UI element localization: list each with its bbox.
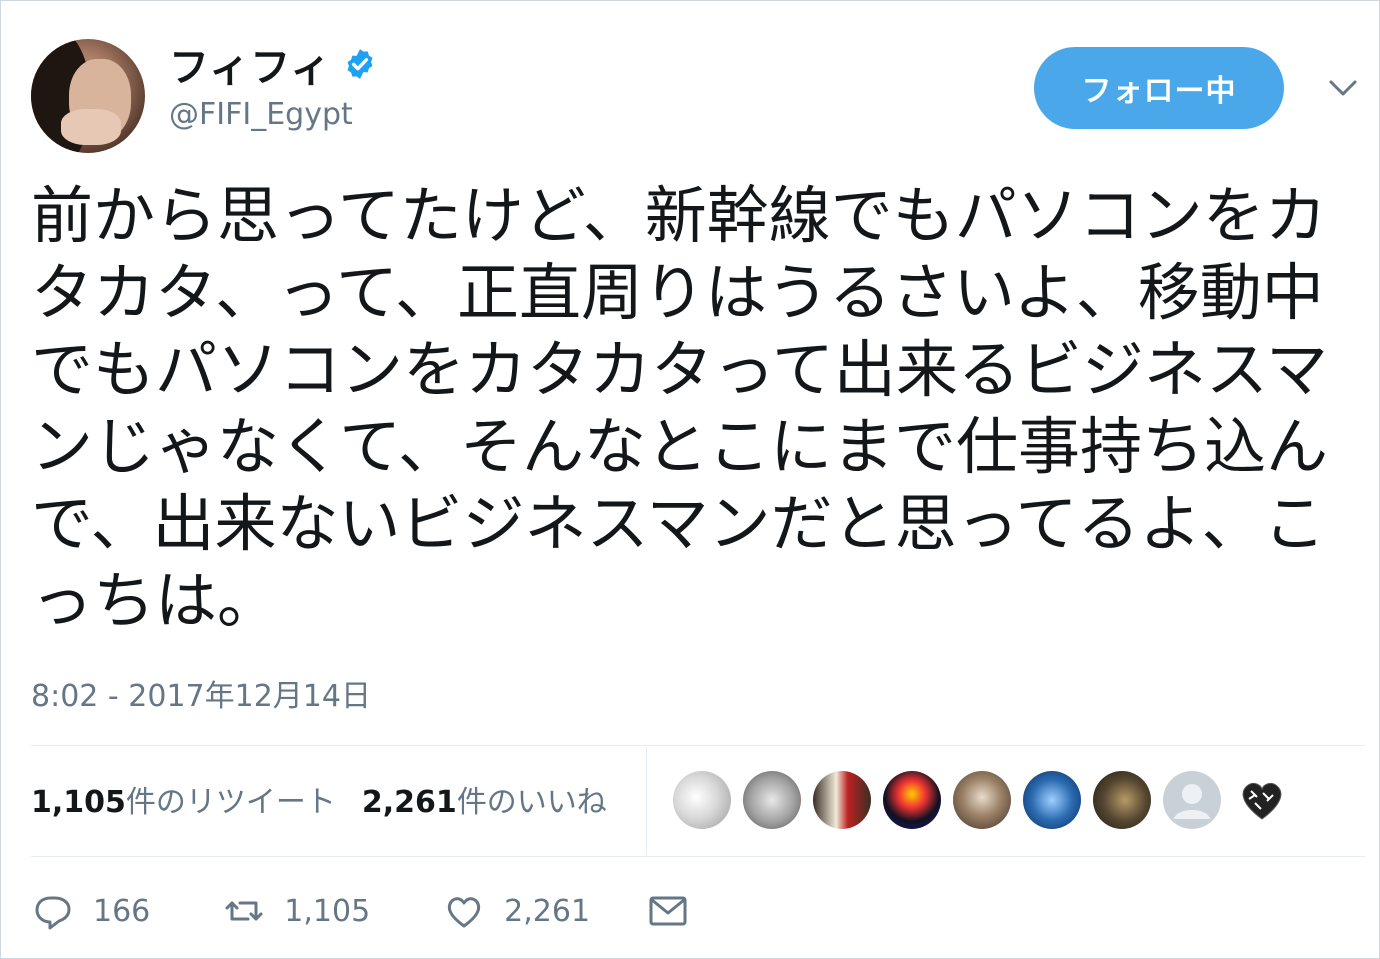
- retweet-button[interactable]: 1,105: [222, 889, 370, 933]
- liker-avatar-1[interactable]: [673, 771, 731, 829]
- chevron-down-icon[interactable]: [1323, 71, 1363, 105]
- reply-icon: [35, 896, 71, 930]
- liker-avatar-9[interactable]: [1233, 771, 1291, 829]
- tweet-actions: 166 1,105 2,261: [31, 886, 690, 936]
- liker-avatar-2[interactable]: [743, 771, 801, 829]
- retweet-stat-label: 件のリツイート: [125, 785, 336, 820]
- envelope-icon: [649, 896, 687, 926]
- verified-badge-icon: [343, 47, 377, 81]
- like-count: 2,261: [504, 893, 591, 929]
- retweet-count: 1,105: [284, 893, 371, 929]
- retweet-icon: [225, 901, 263, 921]
- divider: [31, 856, 1365, 857]
- like-button[interactable]: 2,261: [442, 889, 590, 933]
- liker-avatar-6[interactable]: [1023, 771, 1081, 829]
- liker-avatar-3[interactable]: [813, 771, 871, 829]
- tweet-stats: 1,105 件のリツイート 2,261 件のいいね: [31, 777, 633, 821]
- retweet-stat[interactable]: 1,105 件のリツイート: [31, 777, 336, 821]
- liker-avatar-5[interactable]: [953, 771, 1011, 829]
- tweet-timestamp[interactable]: 8:02 - 2017年12月14日: [31, 671, 371, 715]
- liker-avatars: [673, 770, 1303, 830]
- retweet-stat-count: 1,105: [31, 785, 126, 820]
- tweet-text: 前から思ってたけど、新幹線でもパソコンをカタカタ、って、正直周りはうるさいよ、移…: [31, 179, 1329, 637]
- like-stat-label: 件のいいね: [456, 785, 607, 820]
- author-name-row[interactable]: フィフィ: [169, 41, 377, 91]
- vertical-divider: [646, 747, 647, 855]
- liker-avatar-7[interactable]: [1093, 771, 1151, 829]
- reply-button[interactable]: 166: [31, 889, 150, 933]
- direct-message-button[interactable]: [646, 889, 690, 933]
- like-stat[interactable]: 2,261 件のいいね: [362, 777, 607, 821]
- author-display-name[interactable]: フィフィ: [169, 35, 331, 93]
- liker-avatar-4[interactable]: [883, 771, 941, 829]
- tweet-card: フィフィ @FIFI_Egypt フォロー中 前から思ってたけど、新幹線でもパソ…: [0, 0, 1380, 959]
- avatar-hand: [61, 109, 121, 145]
- author-handle[interactable]: @FIFI_Egypt: [169, 97, 353, 132]
- author-avatar[interactable]: [31, 39, 145, 153]
- heart-icon: [448, 897, 481, 928]
- following-button[interactable]: フォロー中: [1034, 47, 1284, 129]
- liker-avatar-default[interactable]: [1163, 771, 1221, 829]
- divider: [31, 745, 1365, 746]
- reply-count: 166: [93, 893, 151, 929]
- like-stat-count: 2,261: [361, 785, 457, 820]
